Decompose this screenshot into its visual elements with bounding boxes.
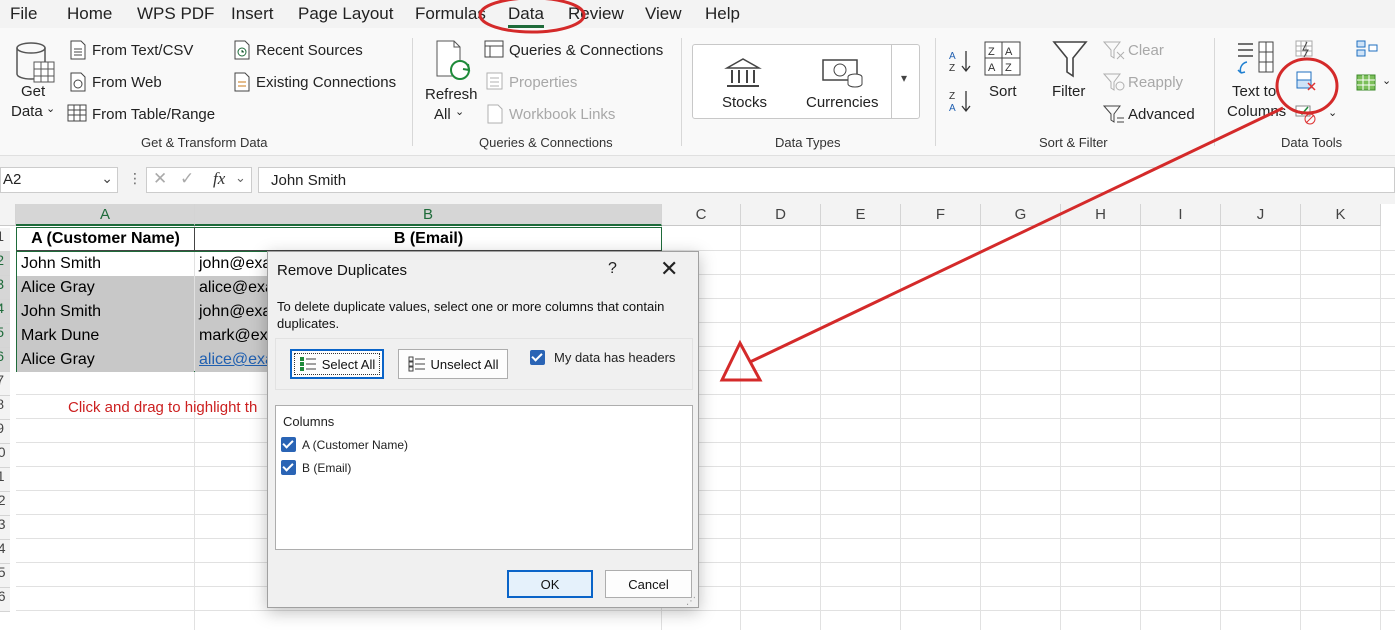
- highlight-data-tab-circle: [478, 0, 586, 34]
- annotation-arrow-line: [749, 106, 1284, 364]
- highlight-remove-duplicates-circle: [1275, 57, 1339, 115]
- annotation-overlay: [478, 0, 1339, 382]
